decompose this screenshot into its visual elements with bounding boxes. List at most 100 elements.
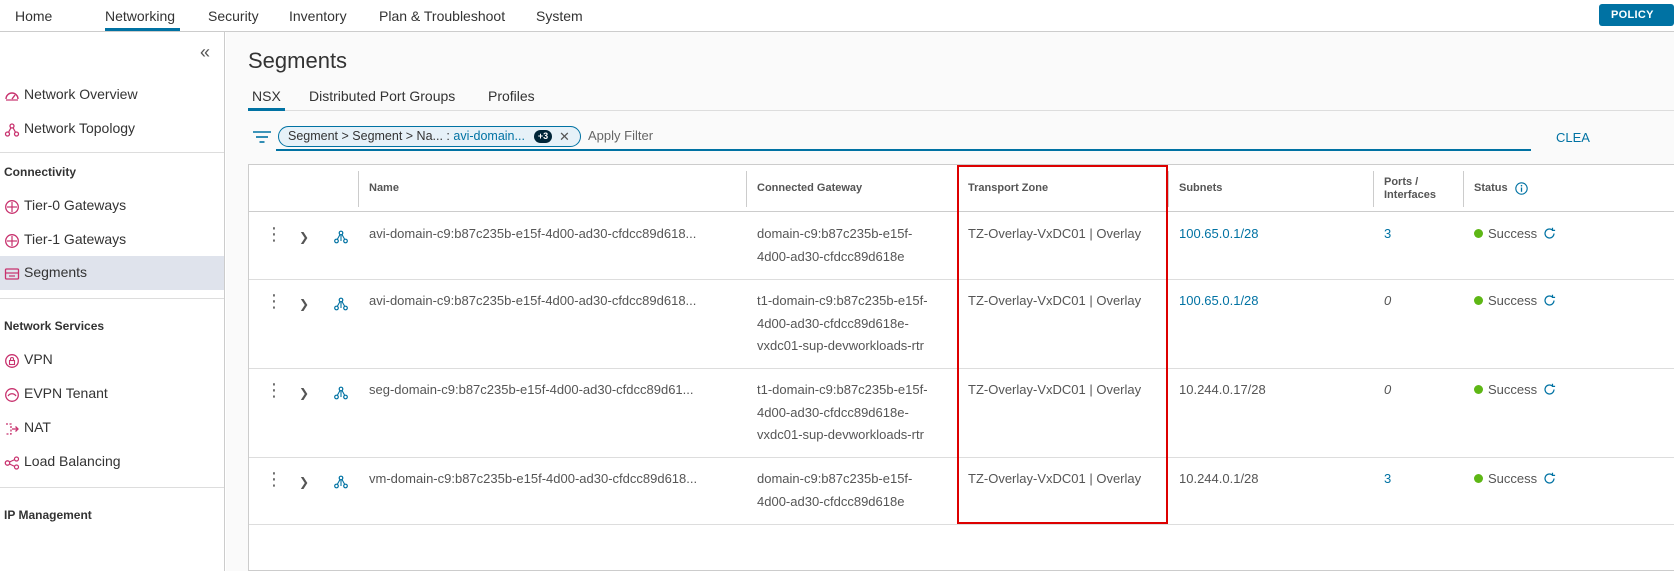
sidebar-item-label: VPN	[24, 351, 53, 367]
refresh-icon[interactable]	[1543, 383, 1556, 396]
column-header-status[interactable]: Status	[1463, 165, 1674, 212]
router-icon	[5, 234, 19, 248]
sidebar-item-network-topology[interactable]: Network Topology	[0, 112, 224, 146]
status-cell: Success	[1474, 223, 1556, 246]
gateway-line: 4d00-ad30-cfdcc89d618e	[757, 249, 905, 264]
column-header-label: Interfaces	[1384, 189, 1436, 201]
subnet-link[interactable]: 100.65.0.1/28	[1179, 290, 1259, 313]
nav-networking[interactable]: Networking	[105, 8, 175, 24]
sidebar-item-label: Segments	[24, 264, 88, 280]
filter-input[interactable]: Apply Filter	[588, 128, 653, 143]
gateway-line: 4d00-ad30-cfdcc89d618e-	[757, 316, 909, 331]
nav-plan-troubleshoot[interactable]: Plan & Troubleshoot	[379, 8, 505, 24]
column-header-connected-gateway[interactable]: Connected Gateway	[746, 165, 957, 212]
nav-home[interactable]: Home	[15, 8, 52, 24]
vpn-lock-icon	[5, 354, 19, 368]
success-status-icon	[1474, 474, 1483, 483]
nav-system[interactable]: System	[536, 8, 583, 24]
table-header: Name Connected Gateway Transport Zone Su…	[249, 165, 1674, 212]
sidebar-item-load-balancing[interactable]: Load Balancing	[0, 445, 224, 479]
column-header-label: Connected Gateway	[757, 182, 863, 194]
column-header-transport-zone[interactable]: Transport Zone	[957, 165, 1168, 212]
sidebar-item-tier0-gateways[interactable]: Tier-0 Gateways	[0, 189, 224, 223]
subnet-text: 10.244.0.17/28	[1179, 382, 1266, 397]
table-row[interactable]: ⋮ ❯ avi-domain-c9:b87c235b-e15f-4d00-ad3…	[249, 280, 1674, 369]
ports-count: 0	[1384, 293, 1392, 308]
gateway-line: t1-domain-c9:b87c235b-e15f-	[757, 293, 928, 308]
nav-inventory[interactable]: Inventory	[289, 8, 347, 24]
status-text: Success	[1488, 471, 1538, 486]
expand-row-icon[interactable]: ❯	[299, 386, 309, 400]
nat-icon	[6, 423, 19, 435]
filter-chip-value: avi-domain...	[453, 129, 525, 143]
status-text: Success	[1488, 226, 1538, 241]
column-header-label: Subnets	[1179, 182, 1223, 194]
column-header-label: Status	[1474, 182, 1508, 194]
active-nav-indicator	[105, 28, 180, 31]
status-cell: Success	[1474, 379, 1556, 402]
column-header-ports-interfaces[interactable]: Ports / Interfaces	[1373, 165, 1463, 212]
row-actions-icon[interactable]: ⋮	[265, 381, 283, 399]
filter-bar: Segment > Segment > Na... : avi-domain..…	[248, 124, 1674, 152]
gateway-line: domain-c9:b87c235b-e15f-	[757, 226, 913, 241]
refresh-icon[interactable]	[1543, 294, 1556, 307]
gateway-line: vxdc01-sup-devworkloads-rtr	[757, 338, 924, 353]
table-row[interactable]: ⋮ ❯ vm-domain-c9:b87c235b-e15f-4d00-ad30…	[249, 458, 1674, 525]
column-header-label: Transport Zone	[968, 182, 1049, 194]
ports-link[interactable]: 3	[1384, 468, 1391, 491]
tab-nsx[interactable]: NSX	[252, 88, 281, 104]
expand-row-icon[interactable]: ❯	[299, 475, 309, 489]
sidebar-item-evpn-tenant[interactable]: EVPN Tenant	[0, 377, 224, 411]
sidebar-item-segments[interactable]: Segments	[0, 256, 224, 290]
sidebar-item-tier1-gateways[interactable]: Tier-1 Gateways	[0, 223, 224, 257]
policy-button[interactable]: POLICY	[1599, 4, 1674, 26]
row-actions-icon[interactable]: ⋮	[265, 292, 283, 310]
expand-row-icon[interactable]: ❯	[299, 230, 309, 244]
refresh-icon[interactable]	[1543, 227, 1556, 240]
row-actions-icon[interactable]: ⋮	[265, 470, 283, 488]
column-header-name[interactable]: Name	[358, 165, 746, 212]
subnet-link[interactable]: 100.65.0.1/28	[1179, 223, 1259, 246]
segment-name: avi-domain-c9:b87c235b-e15f-4d00-ad30-cf…	[369, 293, 697, 308]
transport-zone: TZ-Overlay-VxDC01 | Overlay	[968, 382, 1142, 397]
gateway-line: 4d00-ad30-cfdcc89d618e	[757, 494, 905, 509]
status-cell: Success	[1474, 468, 1556, 491]
sidebar-item-vpn[interactable]: VPN	[0, 343, 224, 377]
status-text: Success	[1488, 293, 1538, 308]
sidebar-item-network-overview[interactable]: Network Overview	[0, 78, 224, 112]
remove-filter-icon[interactable]: ✕	[559, 127, 570, 146]
collapse-sidebar-icon[interactable]: «	[200, 42, 210, 63]
segment-type-icon	[334, 230, 348, 244]
gateway-line: 4d00-ad30-cfdcc89d618e-	[757, 405, 909, 420]
status-cell: Success	[1474, 290, 1556, 313]
clear-filter-link[interactable]: CLEA	[1556, 130, 1590, 145]
filter-underline	[276, 149, 1531, 151]
tab-distributed-port-groups[interactable]: Distributed Port Groups	[309, 88, 455, 104]
tab-profiles[interactable]: Profiles	[488, 88, 535, 104]
nav-security[interactable]: Security	[208, 8, 259, 24]
segment-type-icon	[334, 475, 348, 489]
segment-icon	[4, 268, 20, 280]
row-actions-icon[interactable]: ⋮	[265, 225, 283, 243]
tabs-divider	[248, 110, 1674, 111]
segment-type-icon	[334, 386, 348, 400]
sidebar-divider	[0, 298, 224, 299]
filter-icon[interactable]	[252, 130, 272, 144]
sidebar-item-nat[interactable]: NAT	[0, 411, 224, 445]
refresh-icon[interactable]	[1543, 472, 1556, 485]
sidebar-item-label: Network Topology	[24, 120, 136, 136]
subnet-text: 10.244.0.1/28	[1179, 471, 1259, 486]
filter-chip[interactable]: Segment > Segment > Na... : avi-domain..…	[278, 126, 581, 147]
table-row[interactable]: ⋮ ❯ seg-domain-c9:b87c235b-e15f-4d00-ad3…	[249, 369, 1674, 458]
expand-row-icon[interactable]: ❯	[299, 297, 309, 311]
column-header-subnets[interactable]: Subnets	[1168, 165, 1373, 212]
transport-zone: TZ-Overlay-VxDC01 | Overlay	[968, 226, 1142, 241]
ports-link[interactable]: 3	[1384, 223, 1391, 246]
info-icon[interactable]	[1515, 182, 1528, 195]
table-row[interactable]: ⋮ ❯ avi-domain-c9:b87c235b-e15f-4d00-ad3…	[249, 213, 1674, 280]
sidebar-divider	[0, 152, 224, 153]
main-content: Segments NSX Distributed Port Groups Pro…	[226, 32, 1674, 571]
column-header-label: Name	[369, 182, 399, 194]
sidebar-section-ip-management: IP Management	[4, 508, 92, 522]
success-status-icon	[1474, 296, 1483, 305]
